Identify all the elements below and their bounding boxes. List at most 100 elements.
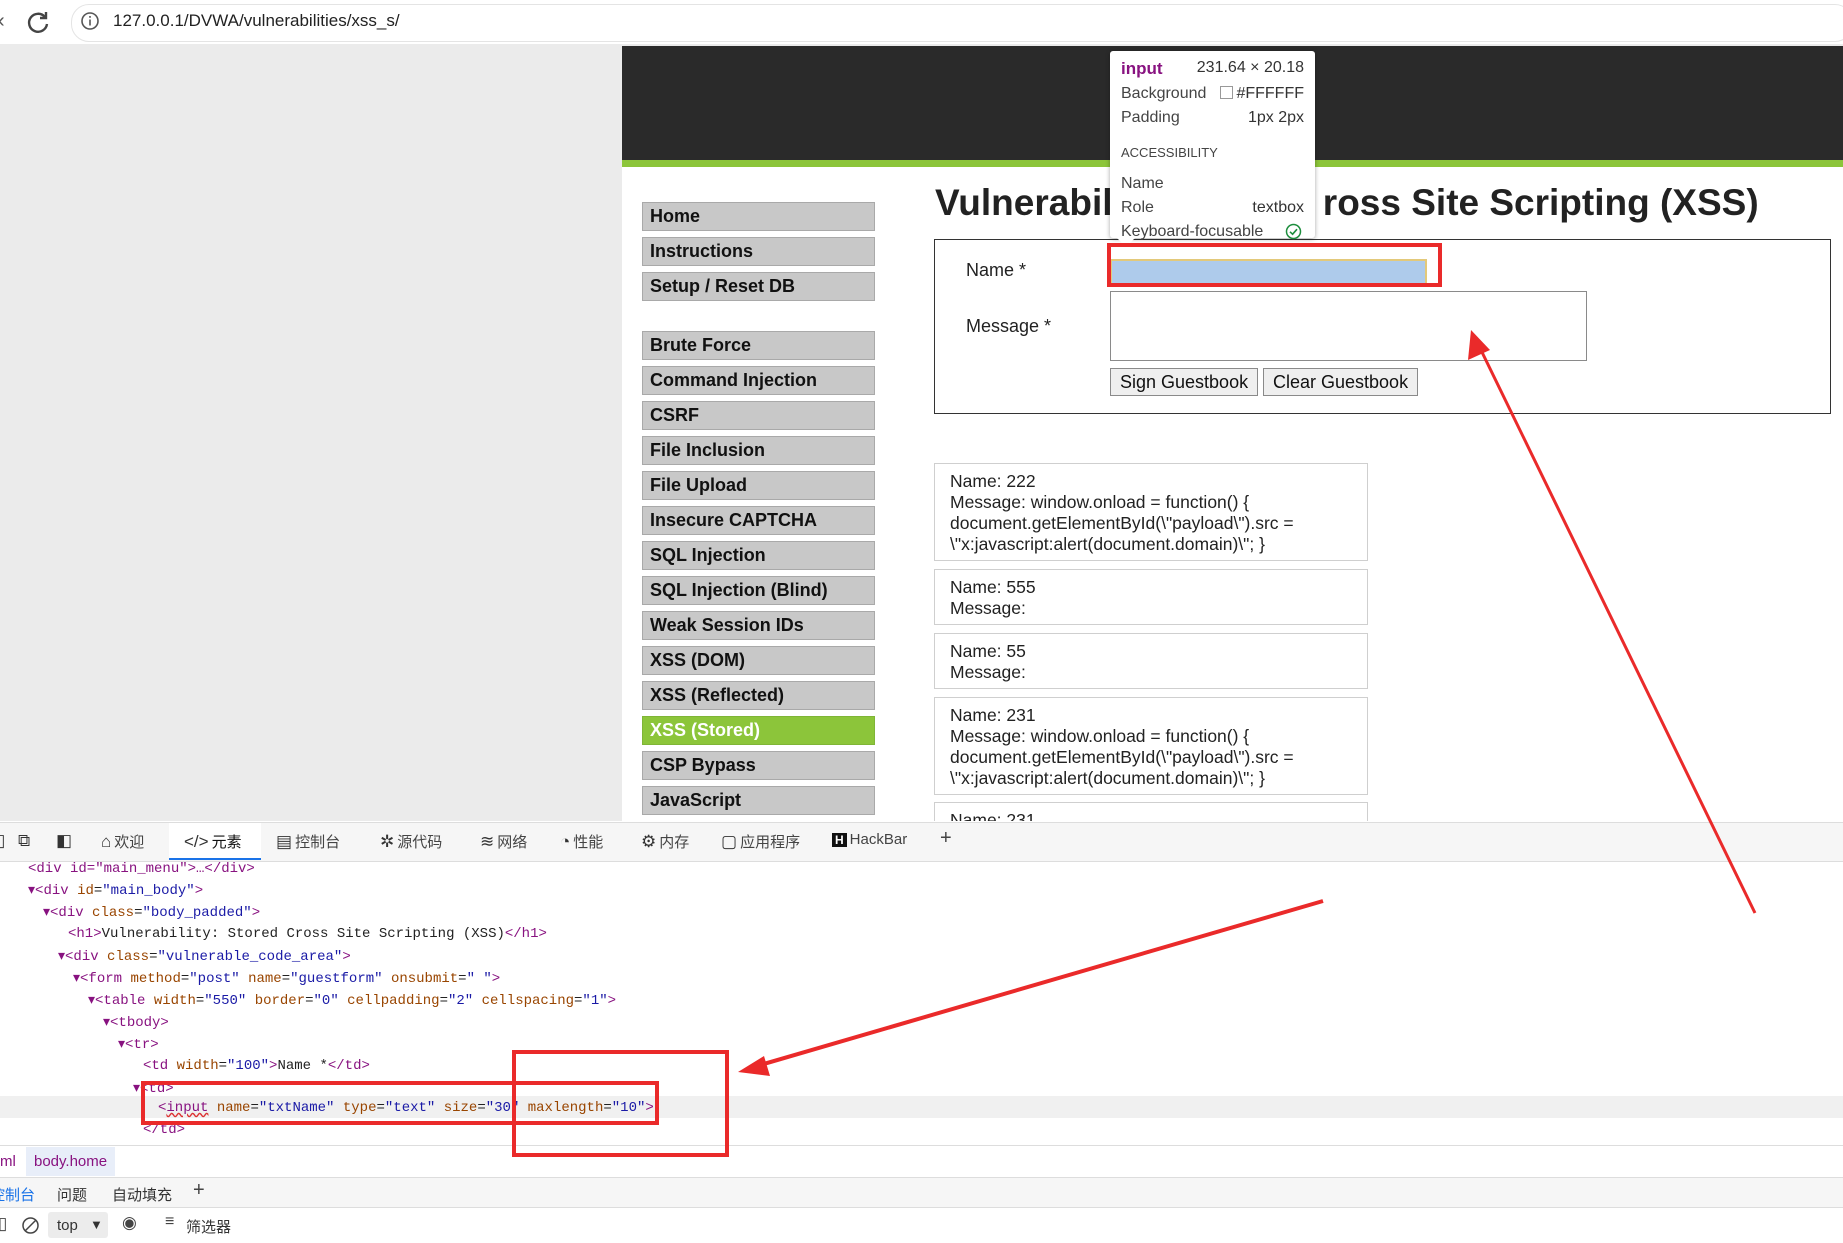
- menu-item-setup[interactable]: Setup / Reset DB: [642, 272, 875, 301]
- dom-node[interactable]: <td width="100">Name *</td>: [143, 1058, 370, 1074]
- reload-icon[interactable]: [24, 8, 52, 36]
- breadcrumb-html[interactable]: ml: [0, 1153, 16, 1170]
- tab-console[interactable]: ▤ 控制台: [276, 831, 340, 852]
- name-label: Name *: [966, 260, 1027, 280]
- url-text[interactable]: 127.0.0.1/DVWA/vulnerabilities/xss_s/: [113, 11, 400, 31]
- devtools-toolbar: ▯ ⧉ ◧ ⌂ 欢迎 </> 元素 ▤ 控制台 ✲ 源代码 ≋ 网络 ◔ 性能 ⚙ 内存 ▢ 应…: [0, 822, 1843, 862]
- dom-breadcrumbs: ml body.home: [0, 1145, 1843, 1178]
- tab-performance[interactable]: ◔ 性能: [560, 831, 603, 852]
- annotation-box-maxlength: [512, 1050, 729, 1157]
- entry-message-line: Message:: [950, 662, 1026, 682]
- site-info-icon[interactable]: [80, 11, 100, 31]
- dom-node[interactable]: ▾<form method="post" name="guestform" on…: [73, 970, 500, 987]
- dom-node[interactable]: ▾<tr>: [118, 1036, 159, 1053]
- tab-label: HackBar: [849, 831, 908, 848]
- clear-console-icon[interactable]: [21, 1216, 40, 1235]
- menu-item-file-upload[interactable]: File Upload: [642, 471, 875, 500]
- console-icon: ▤: [276, 832, 293, 851]
- menu-item-csrf[interactable]: CSRF: [642, 401, 875, 430]
- menu-item-brute-force[interactable]: Brute Force: [642, 331, 875, 360]
- dropdown-caret-icon: ▼: [90, 1217, 103, 1232]
- tooltip-background-label: Background: [1121, 85, 1207, 102]
- entry-message-line: document.getElementById(\"payload\").src…: [950, 747, 1294, 767]
- menu-item-sql-injection[interactable]: SQL Injection: [642, 541, 875, 570]
- tab-sources[interactable]: ✲ 源代码: [380, 831, 442, 852]
- dom-node[interactable]: <div id="main_menu">…</div>: [28, 861, 255, 877]
- entry-name: Name: 231: [950, 810, 1036, 821]
- tooltip-focus-label: Keyboard-focusable: [1121, 223, 1264, 240]
- menu-item-instructions[interactable]: Instructions: [642, 237, 875, 266]
- drawer-tab-autofill[interactable]: 自动填充: [112, 1184, 172, 1205]
- add-drawer-tab-icon[interactable]: +: [193, 1179, 205, 1202]
- dom-attr-value: "post": [189, 971, 240, 987]
- sign-guestbook-button[interactable]: Sign Guestbook: [1110, 368, 1259, 396]
- inspect-tooltip: input 231.64 × 20.18 Background #FFFFFF …: [1110, 51, 1315, 240]
- filter-label[interactable]: 筛选器: [186, 1216, 231, 1237]
- menu-item-xss-stored[interactable]: XSS (Stored): [642, 716, 875, 745]
- menu-item-weak-session-ids[interactable]: Weak Session IDs: [642, 611, 875, 640]
- tab-elements[interactable]: </> 元素: [184, 831, 242, 852]
- tab-label: 欢迎: [114, 834, 145, 851]
- entry-name: Name: 555: [950, 577, 1036, 597]
- guestbook-entry: Name: 555 Message:: [934, 569, 1368, 625]
- drawer-tab-issues[interactable]: 问题: [57, 1184, 87, 1205]
- entry-message-line: Message: window.onload = function() {: [950, 726, 1250, 746]
- tooltip-role-label: Role: [1121, 199, 1154, 216]
- dom-attr-value: " ": [466, 971, 492, 987]
- back-icon[interactable]: ‹: [0, 10, 5, 33]
- address-bar: ‹ 127.0.0.1/DVWA/vulnerabilities/xss_s/: [0, 0, 1843, 44]
- dom-node[interactable]: ▾<div class="vulnerable_code_area">: [58, 948, 351, 965]
- inspect-icon[interactable]: ▯: [0, 831, 8, 851]
- menu-item-csp-bypass[interactable]: CSP Bypass: [642, 751, 875, 780]
- guestbook-entry: Name: 231: [934, 802, 1368, 821]
- color-swatch-icon: [1220, 86, 1234, 99]
- menu-item-insecure-captcha[interactable]: Insecure CAPTCHA: [642, 506, 875, 535]
- tab-application[interactable]: ▢ 应用程序: [721, 831, 800, 852]
- tab-label: 内存: [659, 834, 690, 851]
- dom-node[interactable]: ▾<div class="body_padded">: [43, 904, 260, 921]
- add-tab-icon[interactable]: +: [940, 827, 952, 850]
- tab-label: 应用程序: [740, 834, 801, 851]
- eye-icon[interactable]: ◉: [122, 1213, 137, 1233]
- menu-item-home[interactable]: Home: [642, 202, 875, 231]
- dom-attr-value: "guestform": [290, 971, 383, 987]
- home-icon: ⌂: [101, 832, 112, 851]
- device-toolbar-icon[interactable]: ⧉: [18, 831, 33, 851]
- tab-network[interactable]: ≋ 网络: [480, 831, 527, 852]
- menu-item-file-inclusion[interactable]: File Inclusion: [642, 436, 875, 465]
- page-title-right: ross Site Scripting (XSS): [1322, 182, 1759, 223]
- clear-guestbook-button[interactable]: Clear Guestbook: [1263, 368, 1419, 396]
- menu-item-xss-reflected[interactable]: XSS (Reflected): [642, 681, 875, 710]
- dom-text: Vulnerability: Stored Cross Site Scripti…: [101, 926, 505, 942]
- context-selector[interactable]: top ▼: [48, 1212, 108, 1238]
- tooltip-background-value: #FFFFFF: [1220, 85, 1304, 103]
- tab-label: 源代码: [397, 834, 443, 851]
- dom-text: Name *: [277, 1058, 328, 1074]
- entry-name: Name: 222: [950, 471, 1036, 491]
- annotation-box-input: [1107, 243, 1442, 287]
- dom-attr-value: "1": [582, 993, 608, 1009]
- sidebar-toggle-icon[interactable]: ▯: [0, 1214, 7, 1234]
- tab-welcome[interactable]: ⌂ 欢迎: [101, 831, 144, 852]
- dom-node[interactable]: ▾<tbody>: [103, 1014, 169, 1031]
- dom-node[interactable]: ▾<div id="main_body">: [28, 882, 203, 899]
- dom-node[interactable]: ▾<table width="550" border="0" cellpaddi…: [88, 992, 616, 1009]
- guestbook-entry: Name: 231 Message: window.onload = funct…: [934, 697, 1368, 795]
- filter-icon[interactable]: ≡: [165, 1213, 174, 1231]
- entry-message-line: \"x:javascript:alert(document.domain)\";…: [950, 534, 1265, 554]
- breadcrumb-body[interactable]: body.home: [26, 1147, 116, 1176]
- message-textarea[interactable]: [1110, 291, 1587, 361]
- menu-item-xss-dom[interactable]: XSS (DOM): [642, 646, 875, 675]
- drawer-tab-console[interactable]: 控制台: [0, 1184, 35, 1205]
- menu-item-command-injection[interactable]: Command Injection: [642, 366, 875, 395]
- dock-icon[interactable]: ◧: [56, 831, 75, 851]
- menu-item-sql-injection-blind[interactable]: SQL Injection (Blind): [642, 576, 875, 605]
- dom-node[interactable]: <h1>Vulnerability: Stored Cross Site Scr…: [68, 926, 547, 942]
- menu-item-javascript[interactable]: JavaScript: [642, 786, 875, 815]
- tab-memory[interactable]: ⚙ 内存: [641, 831, 689, 852]
- dom-attr: id: [77, 883, 94, 899]
- tab-hackbar[interactable]: H HackBar: [832, 831, 907, 848]
- page-title: Vulnerabili ross Site Scripting (XSS): [935, 182, 1759, 224]
- dom-attr-value: "100": [227, 1058, 270, 1074]
- guestbook-entry: Name: 55 Message:: [934, 633, 1368, 689]
